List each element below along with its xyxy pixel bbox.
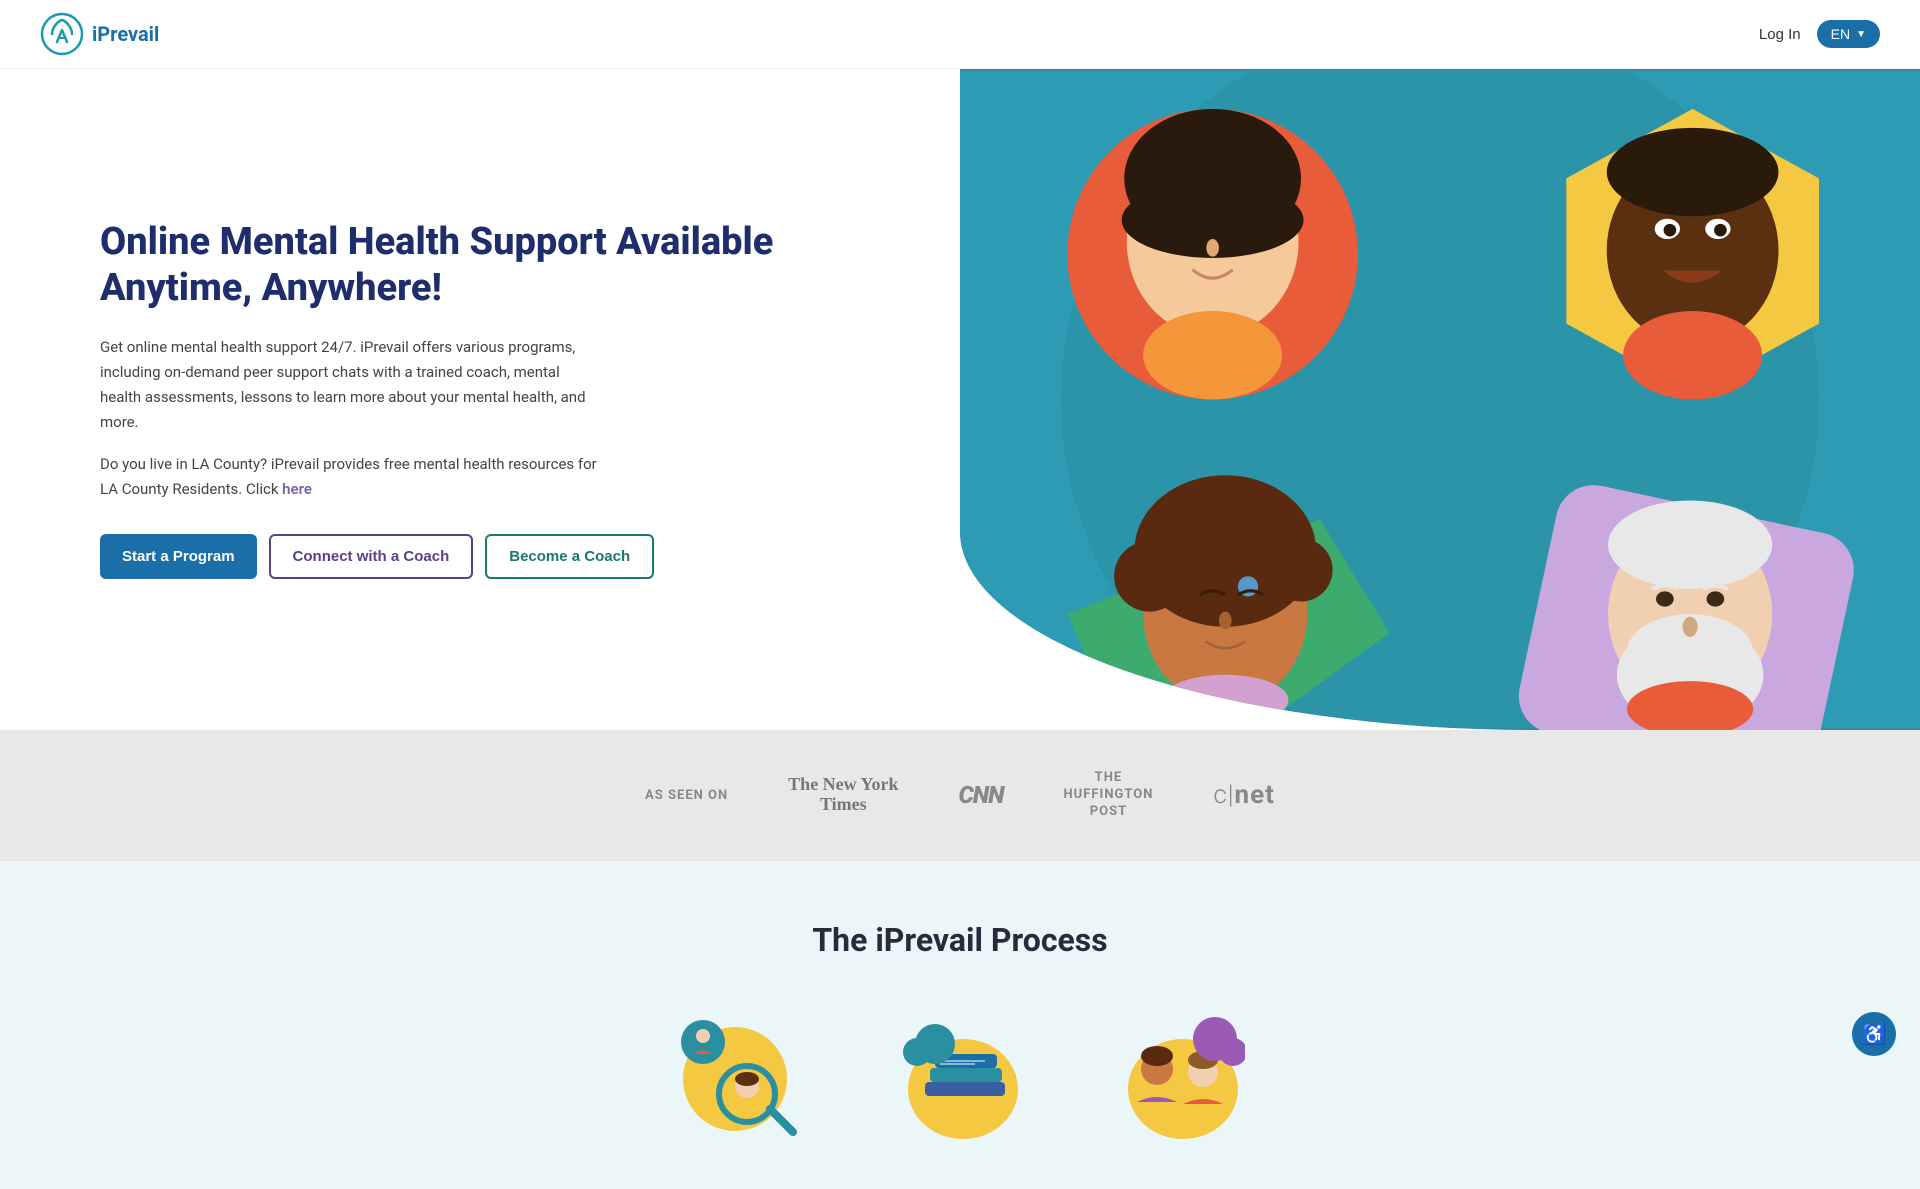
nav-right: Log In EN ▼ [1759, 20, 1880, 48]
huffpost-logo: THEHUFFINGTONPOST [1064, 770, 1154, 821]
as-seen-on-label: AS SEEN ON [645, 788, 728, 803]
start-program-button[interactable]: Start a Program [100, 534, 257, 579]
hero-content: Online Mental Health Support Available A… [0, 69, 960, 730]
nyt-logo-text: The New YorkTimes [788, 775, 898, 815]
la-text-before: Do you live in LA County? iPrevail provi… [100, 455, 597, 498]
huffpost-logo-text: THEHUFFINGTONPOST [1064, 770, 1154, 821]
iprevail-logo-icon [40, 12, 84, 56]
process-cards [80, 1009, 1840, 1149]
navbar: iPrevail Log In EN ▼ [0, 0, 1920, 69]
process-icon-3-wrap [1110, 1009, 1250, 1149]
hero-title: Online Mental Health Support Available A… [100, 220, 920, 311]
as-seen-on-section: AS SEEN ON The New YorkTimes CNN THEHUFF… [0, 730, 1920, 861]
cnet-logo-text: c|net [1213, 780, 1275, 810]
cnet-logo: c|net [1213, 780, 1275, 810]
process-title: The iPrevail Process [80, 921, 1840, 959]
logo-text: iPrevail [92, 22, 159, 46]
process-icon-2-wrap [890, 1009, 1030, 1149]
process-icon-community [1115, 1014, 1245, 1144]
cnn-logo: CNN [959, 781, 1004, 809]
process-section: The iPrevail Process [0, 861, 1920, 1189]
login-button[interactable]: Log In [1759, 26, 1801, 43]
hero-section: Online Mental Health Support Available A… [0, 69, 1920, 730]
process-icon-assessment [675, 1014, 805, 1144]
hero-image [960, 69, 1920, 730]
accessibility-icon: ♿ [1862, 1022, 1887, 1047]
hero-description: Get online mental health support 24/7. i… [100, 335, 600, 434]
accessibility-button[interactable]: ♿ [1852, 1012, 1896, 1056]
process-card-1 [670, 1009, 810, 1149]
lang-label: EN [1831, 26, 1850, 42]
process-card-2 [890, 1009, 1030, 1149]
hero-buttons: Start a Program Connect with a Coach Bec… [100, 534, 920, 579]
hero-illustration-svg [960, 69, 1920, 730]
connect-coach-button[interactable]: Connect with a Coach [269, 534, 474, 579]
logo[interactable]: iPrevail [40, 12, 159, 56]
become-coach-button[interactable]: Become a Coach [485, 534, 654, 579]
here-link[interactable]: here [282, 480, 312, 498]
chevron-down-icon: ▼ [1856, 29, 1866, 40]
process-icon-learning [895, 1014, 1025, 1144]
process-icon-1-wrap [670, 1009, 810, 1149]
cnn-logo-text: CNN [959, 781, 1004, 809]
hero-la-text: Do you live in LA County? iPrevail provi… [100, 452, 600, 502]
nyt-logo: The New YorkTimes [788, 775, 898, 815]
process-card-3 [1110, 1009, 1250, 1149]
language-selector[interactable]: EN ▼ [1817, 20, 1880, 48]
